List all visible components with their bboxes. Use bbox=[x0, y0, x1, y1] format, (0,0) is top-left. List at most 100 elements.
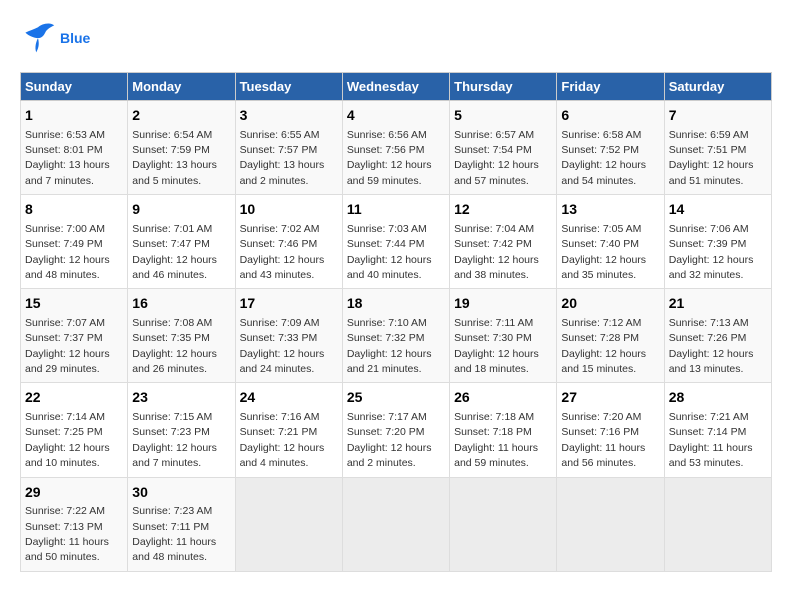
sunrise-info: Sunrise: 7:05 AM bbox=[561, 223, 641, 235]
day-cell: 2 Sunrise: 6:54 AM Sunset: 7:59 PM Dayli… bbox=[128, 101, 235, 195]
day-number: 14 bbox=[669, 200, 767, 220]
calendar-table: SundayMondayTuesdayWednesdayThursdayFrid… bbox=[20, 72, 772, 572]
sunrise-info: Sunrise: 7:09 AM bbox=[240, 317, 320, 329]
sunrise-info: Sunrise: 7:20 AM bbox=[561, 411, 641, 423]
day-number: 24 bbox=[240, 388, 338, 408]
sunset-info: Sunset: 7:52 PM bbox=[561, 144, 639, 156]
day-cell: 21 Sunrise: 7:13 AM Sunset: 7:26 PM Dayl… bbox=[664, 289, 771, 383]
day-number: 26 bbox=[454, 388, 552, 408]
day-number: 8 bbox=[25, 200, 123, 220]
daylight-info: Daylight: 12 hours and 26 minutes. bbox=[132, 348, 217, 375]
day-cell: 23 Sunrise: 7:15 AM Sunset: 7:23 PM Dayl… bbox=[128, 383, 235, 477]
day-number: 10 bbox=[240, 200, 338, 220]
sunrise-info: Sunrise: 7:18 AM bbox=[454, 411, 534, 423]
day-cell: 1 Sunrise: 6:53 AM Sunset: 8:01 PM Dayli… bbox=[21, 101, 128, 195]
sunrise-info: Sunrise: 6:56 AM bbox=[347, 129, 427, 141]
day-number: 29 bbox=[25, 483, 123, 503]
sunset-info: Sunset: 7:40 PM bbox=[561, 238, 639, 250]
day-cell: 18 Sunrise: 7:10 AM Sunset: 7:32 PM Dayl… bbox=[342, 289, 449, 383]
day-cell: 12 Sunrise: 7:04 AM Sunset: 7:42 PM Dayl… bbox=[450, 195, 557, 289]
col-header-saturday: Saturday bbox=[664, 73, 771, 101]
col-header-tuesday: Tuesday bbox=[235, 73, 342, 101]
daylight-info: Daylight: 12 hours and 57 minutes. bbox=[454, 159, 539, 186]
week-row-1: 1 Sunrise: 6:53 AM Sunset: 8:01 PM Dayli… bbox=[21, 101, 772, 195]
header-row: SundayMondayTuesdayWednesdayThursdayFrid… bbox=[21, 73, 772, 101]
sunrise-info: Sunrise: 7:01 AM bbox=[132, 223, 212, 235]
sunset-info: Sunset: 7:47 PM bbox=[132, 238, 210, 250]
day-number: 16 bbox=[132, 294, 230, 314]
sunrise-info: Sunrise: 7:13 AM bbox=[669, 317, 749, 329]
sunrise-info: Sunrise: 6:59 AM bbox=[669, 129, 749, 141]
daylight-info: Daylight: 12 hours and 35 minutes. bbox=[561, 254, 646, 281]
sunrise-info: Sunrise: 7:11 AM bbox=[454, 317, 533, 329]
daylight-info: Daylight: 12 hours and 46 minutes. bbox=[132, 254, 217, 281]
day-cell: 22 Sunrise: 7:14 AM Sunset: 7:25 PM Dayl… bbox=[21, 383, 128, 477]
daylight-info: Daylight: 12 hours and 43 minutes. bbox=[240, 254, 325, 281]
sunset-info: Sunset: 7:49 PM bbox=[25, 238, 103, 250]
day-cell: 27 Sunrise: 7:20 AM Sunset: 7:16 PM Dayl… bbox=[557, 383, 664, 477]
logo-icon bbox=[20, 20, 56, 56]
daylight-info: Daylight: 12 hours and 10 minutes. bbox=[25, 442, 110, 469]
col-header-thursday: Thursday bbox=[450, 73, 557, 101]
daylight-info: Daylight: 12 hours and 24 minutes. bbox=[240, 348, 325, 375]
sunset-info: Sunset: 7:30 PM bbox=[454, 332, 532, 344]
sunrise-info: Sunrise: 6:57 AM bbox=[454, 129, 534, 141]
sunset-info: Sunset: 7:42 PM bbox=[454, 238, 532, 250]
day-cell: 26 Sunrise: 7:18 AM Sunset: 7:18 PM Dayl… bbox=[450, 383, 557, 477]
daylight-info: Daylight: 12 hours and 7 minutes. bbox=[132, 442, 217, 469]
sunrise-info: Sunrise: 7:22 AM bbox=[25, 505, 105, 517]
daylight-info: Daylight: 11 hours and 53 minutes. bbox=[669, 442, 753, 469]
day-number: 12 bbox=[454, 200, 552, 220]
sunrise-info: Sunrise: 7:07 AM bbox=[25, 317, 105, 329]
daylight-info: Daylight: 12 hours and 48 minutes. bbox=[25, 254, 110, 281]
sunrise-info: Sunrise: 6:58 AM bbox=[561, 129, 641, 141]
day-cell: 8 Sunrise: 7:00 AM Sunset: 7:49 PM Dayli… bbox=[21, 195, 128, 289]
day-number: 6 bbox=[561, 106, 659, 126]
sunset-info: Sunset: 7:59 PM bbox=[132, 144, 210, 156]
day-cell: 15 Sunrise: 7:07 AM Sunset: 7:37 PM Dayl… bbox=[21, 289, 128, 383]
col-header-friday: Friday bbox=[557, 73, 664, 101]
daylight-info: Daylight: 13 hours and 5 minutes. bbox=[132, 159, 217, 186]
sunrise-info: Sunrise: 7:21 AM bbox=[669, 411, 749, 423]
week-row-4: 22 Sunrise: 7:14 AM Sunset: 7:25 PM Dayl… bbox=[21, 383, 772, 477]
day-cell: 13 Sunrise: 7:05 AM Sunset: 7:40 PM Dayl… bbox=[557, 195, 664, 289]
day-cell: 3 Sunrise: 6:55 AM Sunset: 7:57 PM Dayli… bbox=[235, 101, 342, 195]
daylight-info: Daylight: 11 hours and 56 minutes. bbox=[561, 442, 645, 469]
sunset-info: Sunset: 7:37 PM bbox=[25, 332, 103, 344]
sunset-info: Sunset: 7:25 PM bbox=[25, 426, 103, 438]
sunset-info: Sunset: 7:32 PM bbox=[347, 332, 425, 344]
daylight-info: Daylight: 12 hours and 15 minutes. bbox=[561, 348, 646, 375]
sunset-info: Sunset: 7:46 PM bbox=[240, 238, 318, 250]
day-cell: 5 Sunrise: 6:57 AM Sunset: 7:54 PM Dayli… bbox=[450, 101, 557, 195]
day-cell: 11 Sunrise: 7:03 AM Sunset: 7:44 PM Dayl… bbox=[342, 195, 449, 289]
day-number: 23 bbox=[132, 388, 230, 408]
day-number: 22 bbox=[25, 388, 123, 408]
day-number: 11 bbox=[347, 200, 445, 220]
sunrise-info: Sunrise: 6:53 AM bbox=[25, 129, 105, 141]
day-number: 25 bbox=[347, 388, 445, 408]
sunrise-info: Sunrise: 7:23 AM bbox=[132, 505, 212, 517]
day-cell: 30 Sunrise: 7:23 AM Sunset: 7:11 PM Dayl… bbox=[128, 477, 235, 571]
day-number: 9 bbox=[132, 200, 230, 220]
page-header: Blue bbox=[20, 20, 772, 56]
day-number: 21 bbox=[669, 294, 767, 314]
day-number: 15 bbox=[25, 294, 123, 314]
sunset-info: Sunset: 7:11 PM bbox=[132, 521, 209, 533]
daylight-info: Daylight: 12 hours and 51 minutes. bbox=[669, 159, 754, 186]
day-cell: 19 Sunrise: 7:11 AM Sunset: 7:30 PM Dayl… bbox=[450, 289, 557, 383]
sunset-info: Sunset: 7:13 PM bbox=[25, 521, 103, 533]
daylight-info: Daylight: 12 hours and 40 minutes. bbox=[347, 254, 432, 281]
sunrise-info: Sunrise: 7:04 AM bbox=[454, 223, 534, 235]
day-cell: 20 Sunrise: 7:12 AM Sunset: 7:28 PM Dayl… bbox=[557, 289, 664, 383]
day-number: 1 bbox=[25, 106, 123, 126]
day-number: 13 bbox=[561, 200, 659, 220]
day-number: 28 bbox=[669, 388, 767, 408]
sunrise-info: Sunrise: 7:10 AM bbox=[347, 317, 427, 329]
day-cell: 28 Sunrise: 7:21 AM Sunset: 7:14 PM Dayl… bbox=[664, 383, 771, 477]
sunset-info: Sunset: 7:33 PM bbox=[240, 332, 318, 344]
sunrise-info: Sunrise: 7:08 AM bbox=[132, 317, 212, 329]
day-number: 5 bbox=[454, 106, 552, 126]
day-cell: 25 Sunrise: 7:17 AM Sunset: 7:20 PM Dayl… bbox=[342, 383, 449, 477]
sunset-info: Sunset: 7:18 PM bbox=[454, 426, 532, 438]
sunset-info: Sunset: 7:16 PM bbox=[561, 426, 639, 438]
